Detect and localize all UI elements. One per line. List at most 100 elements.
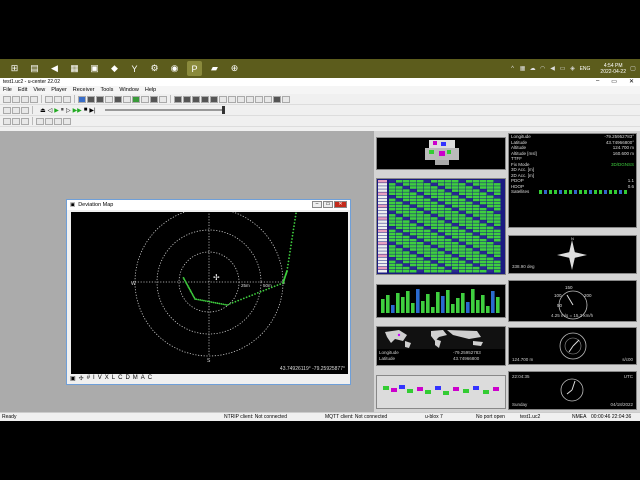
taskbar-clock[interactable]: 4:54 PM 2022-04-22 (600, 63, 626, 75)
comm-port-icon[interactable] (12, 106, 20, 114)
maximize-icon[interactable]: ▭ (611, 78, 617, 85)
signal-strength-chart[interactable] (376, 284, 506, 318)
arrow-icon[interactable] (3, 117, 11, 125)
status-port[interactable]: No port open (476, 414, 505, 420)
compass-panel[interactable]: N 338.90 deg (508, 235, 637, 274)
network-icon[interactable]: ▦ (520, 66, 526, 72)
language-indicator[interactable]: ENG (580, 66, 591, 72)
map-view-icon[interactable] (150, 95, 158, 103)
visual-studio-icon[interactable]: ◆ (107, 61, 122, 76)
deviation-tool-l-3[interactable]: L (112, 375, 115, 381)
deviation-plot[interactable]: N W E S 25m 50m ✢ 43.74926119° -79.25925… (71, 206, 348, 374)
docking-icon[interactable] (273, 95, 281, 103)
packet-console-icon[interactable] (105, 95, 113, 103)
step-forward-icon[interactable]: ▷ (66, 107, 71, 114)
vscode-icon[interactable]: ◀ (47, 61, 62, 76)
cloud-icon[interactable]: ☁ (530, 66, 536, 72)
menu-view[interactable]: View (33, 87, 45, 93)
menu-tools[interactable]: Tools (100, 87, 113, 93)
watch-view-icon[interactable] (228, 95, 236, 103)
menu-file[interactable]: File (3, 87, 12, 93)
new-icon[interactable] (3, 95, 11, 103)
deviation-map-window[interactable]: ▣ Deviation Map – ▭ ✕ N (66, 199, 351, 385)
dev-maximize-icon[interactable]: ▭ (323, 201, 333, 208)
menu-receiver[interactable]: Receiver (73, 87, 95, 93)
altimeter-panel[interactable]: 124.700 m s/c00 (508, 327, 637, 365)
pause-icon[interactable]: ⏸ (61, 107, 64, 114)
play-icon[interactable]: ▶ (54, 107, 59, 114)
menu-window[interactable]: Window (119, 87, 139, 93)
eject-icon[interactable]: ⏏ (40, 107, 46, 114)
p-app-icon[interactable]: P (187, 61, 202, 76)
cursor-icon[interactable] (12, 117, 20, 125)
record-icon[interactable] (63, 95, 71, 103)
deviation-tool-c-8[interactable]: C (148, 375, 152, 381)
wifi-icon[interactable]: ◠ (540, 66, 546, 72)
status-mqtt[interactable]: MQTT client: Not connected (325, 414, 387, 420)
google-earth-icon[interactable] (264, 95, 272, 103)
deviation-tool-d-5[interactable]: D (125, 375, 129, 381)
baudrate-icon[interactable] (54, 95, 62, 103)
minimize-icon[interactable]: – (596, 78, 599, 85)
watch-panel[interactable]: 22:04:35 UTC Sunday 04/18/2022 (508, 371, 637, 410)
deviation-map-titlebar[interactable]: ▣ Deviation Map – ▭ ✕ (67, 200, 350, 210)
camera-icon[interactable] (192, 95, 200, 103)
security-icon[interactable]: ◈ (570, 66, 576, 72)
histogram-icon[interactable] (201, 95, 209, 103)
windows-start-icon[interactable]: ⊞ (7, 61, 22, 76)
skip-end-icon[interactable]: ▶| (89, 107, 95, 114)
refresh-icon[interactable] (63, 117, 71, 125)
chrome-icon[interactable]: ◉ (167, 61, 182, 76)
satellite-signal-table[interactable] (376, 178, 506, 275)
compass-view-icon[interactable] (219, 95, 227, 103)
grid-icon[interactable]: # (87, 375, 90, 381)
view-icon[interactable] (78, 95, 86, 103)
fast-forward-icon[interactable]: ▶▶ (73, 107, 82, 114)
menu-edit[interactable]: Edit (18, 87, 27, 93)
save-icon[interactable] (21, 95, 29, 103)
speedometer-icon[interactable] (246, 95, 254, 103)
cascade-icon[interactable] (45, 117, 53, 125)
volume-icon[interactable]: ◀ (550, 66, 556, 72)
altimeter-icon[interactable] (237, 95, 245, 103)
deviation-tool-i-0[interactable]: I (93, 375, 95, 381)
notification-icon[interactable]: ▢ (630, 66, 636, 72)
battery-icon[interactable]: ▭ (560, 66, 566, 72)
speedometer-panel[interactable]: 150 100 200 50 4.25 m/s = 15.3 km/h (508, 280, 637, 322)
dev-close-icon[interactable]: ✕ (334, 201, 347, 208)
world-map-panel[interactable]: Longitude Latitude -79.25952783 43.74966… (376, 326, 506, 366)
ucenter-icon[interactable]: ⊕ (227, 61, 242, 76)
settings-icon[interactable]: ⚙ (147, 61, 162, 76)
arrange-icon[interactable] (54, 117, 62, 125)
deviation-tool-v-1[interactable]: V (98, 375, 102, 381)
deviation-tool-m-6[interactable]: M (133, 375, 138, 381)
config-view-icon[interactable] (123, 95, 131, 103)
status-ntrip[interactable]: NTRIP client: Not connected (224, 414, 287, 420)
print-icon[interactable]: ▣ (70, 375, 76, 382)
satellite-positions-panel[interactable] (376, 375, 506, 409)
open-icon[interactable] (12, 95, 20, 103)
yahoo-icon[interactable]: Y (127, 61, 142, 76)
binary-console-icon[interactable] (96, 95, 104, 103)
receiver-icon[interactable] (3, 106, 11, 114)
chevron-up-icon[interactable]: ^ (510, 66, 516, 72)
menu-player[interactable]: Player (51, 87, 67, 93)
text-console-icon[interactable] (87, 95, 95, 103)
notes-icon[interactable]: ▰ (207, 61, 222, 76)
move-icon[interactable]: ✢ (79, 375, 84, 382)
stop-icon[interactable]: ■ (84, 107, 88, 113)
step-back-icon[interactable]: ◁ (48, 107, 53, 114)
navigation-data-table[interactable]: Longitude -79.25952783° Latitude 43.7496680… (508, 133, 637, 228)
sats-icon[interactable] (210, 95, 218, 103)
dev-minimize-icon[interactable]: – (312, 201, 322, 208)
help-icon[interactable] (282, 95, 290, 103)
baud-icon[interactable] (21, 106, 29, 114)
tile-icon[interactable] (36, 117, 44, 125)
close-icon[interactable]: ✕ (629, 78, 634, 85)
zoom-icon[interactable] (21, 117, 29, 125)
sky-view-panel[interactable] (376, 137, 506, 170)
menu-help[interactable]: Help (145, 87, 156, 93)
deviation-tool-c-4[interactable]: C (118, 375, 122, 381)
statistics-icon[interactable] (159, 95, 167, 103)
print-icon[interactable] (30, 95, 38, 103)
